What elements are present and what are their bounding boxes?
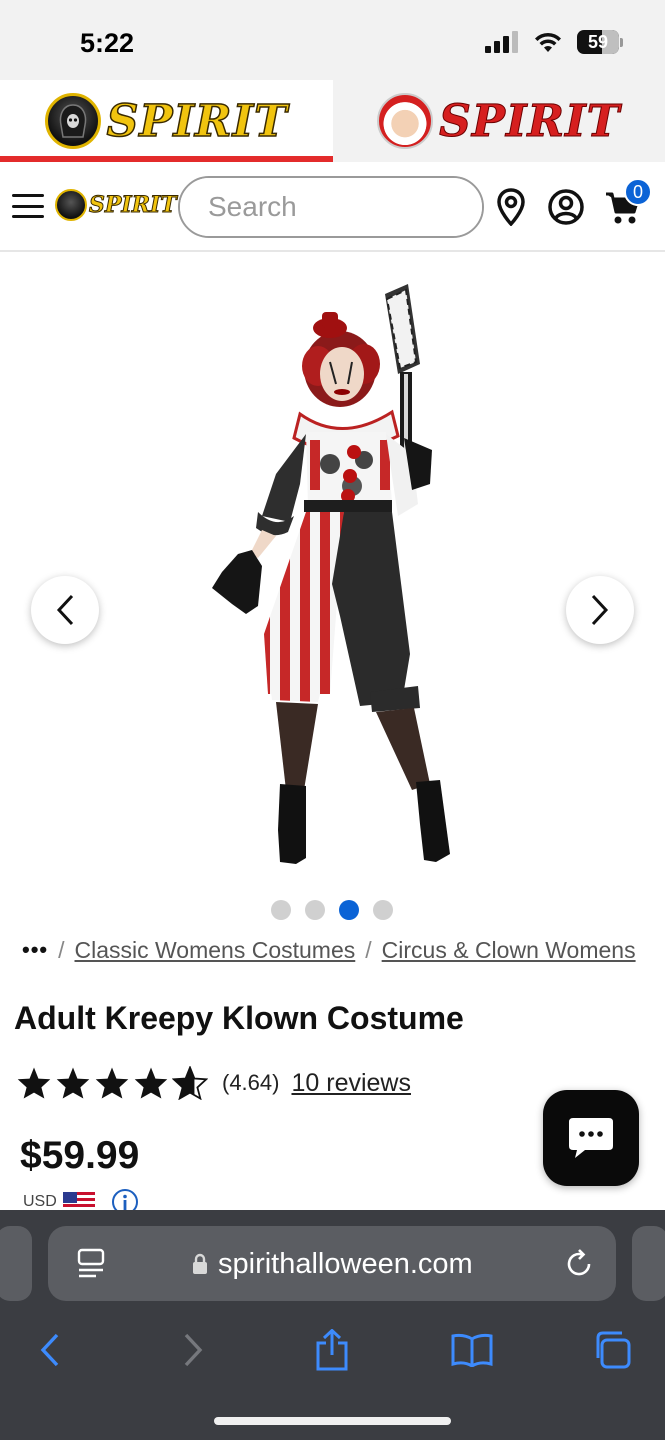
product-image-gallery[interactable] [0,254,665,894]
us-flag-icon [62,1192,95,1212]
chevron-right-icon [591,594,609,626]
home-indicator[interactable] [214,1417,451,1425]
tab-spirit-christmas[interactable]: SPIRIT [333,80,665,162]
tabs-button[interactable] [582,1320,642,1380]
tab-spirit-halloween[interactable]: SPIRIT [0,80,333,162]
star-full-icon [56,1067,90,1099]
browser-toolbar: spirithalloween.com [0,1210,665,1440]
rating-stars [16,1066,208,1100]
battery-level: 59 [587,31,609,52]
breadcrumb: ••• / Classic Womens Costumes / Circus &… [22,936,636,964]
share-icon [316,1329,348,1371]
star-partial-icon [172,1066,208,1100]
cellular-signal-icon [485,31,518,53]
product-price: $59.99 [20,1134,140,1177]
header-logo[interactable]: SPIRIT [55,189,177,221]
url-text: spirithalloween.com [218,1248,473,1280]
star-full-icon [95,1067,129,1099]
bookmarks-button[interactable] [442,1320,502,1380]
pagination-dot[interactable] [305,900,325,920]
chat-button[interactable] [543,1090,639,1186]
battery-icon: 59 [577,30,623,54]
share-button[interactable] [302,1320,362,1380]
previous-image-button[interactable] [31,576,99,644]
product-image [212,284,450,864]
lock-icon [193,1253,207,1274]
header-logo-text: SPIRIT [89,192,178,219]
back-arrow-icon [40,1333,59,1367]
bookmarks-book-icon [451,1333,493,1367]
pagination-dot[interactable] [271,900,291,920]
image-pagination [271,900,393,920]
star-full-icon [134,1067,168,1099]
spirit-halloween-logo: SPIRIT [44,93,288,149]
product-rating: (4.64) 10 reviews [16,1066,411,1100]
forward-button[interactable] [163,1320,223,1380]
reaper-mini-icon [55,189,87,221]
rating-value: (4.64) [222,1070,280,1095]
reviews-link[interactable]: 10 reviews [291,1069,411,1098]
next-image-button[interactable] [566,576,634,644]
next-tab-preview[interactable] [632,1226,665,1301]
status-time: 5:22 [80,28,135,58]
star-full-icon [17,1067,51,1099]
status-icons: 59 [485,30,623,54]
santa-icon [377,93,434,149]
reload-icon[interactable] [564,1249,594,1279]
reaper-icon [44,93,101,149]
previous-tab-preview[interactable] [0,1226,32,1301]
breadcrumb-link-classic-womens[interactable]: Classic Womens Costumes [75,937,356,964]
back-button[interactable] [20,1320,80,1380]
status-bar: 5:22 59 [0,0,665,80]
cart-count-badge: 0 [624,178,652,206]
brand-tabs: SPIRIT SPIRIT [0,80,665,162]
forward-arrow-icon [184,1333,203,1367]
wifi-icon [535,32,561,52]
tabs-icon [596,1331,631,1369]
safari-bottom-toolbar [0,1320,665,1390]
spirit-wordmark: SPIRIT [106,95,288,148]
pagination-dot[interactable] [373,900,393,920]
site-header: SPIRIT [0,162,665,252]
reader-mode-icon[interactable] [76,1248,106,1280]
store-locator-icon[interactable] [496,188,526,226]
currency-code: USD [23,1193,57,1210]
chevron-left-icon [56,594,74,626]
search-input[interactable] [180,178,482,236]
chat-bubble-icon [569,1118,613,1158]
spirit-christmas-wordmark: SPIRIT [439,95,621,147]
product-title: Adult Kreepy Klown Costume [14,1000,464,1036]
search-bar [178,176,484,238]
pagination-dot-active[interactable] [339,900,359,920]
breadcrumb-more[interactable]: ••• [22,937,48,963]
account-icon[interactable] [547,188,585,226]
breadcrumb-link-circus-clown[interactable]: Circus & Clown Womens [382,937,636,964]
spirit-christmas-logo: SPIRIT [377,93,620,149]
address-bar[interactable]: spirithalloween.com [48,1226,616,1301]
menu-icon[interactable] [12,194,44,218]
